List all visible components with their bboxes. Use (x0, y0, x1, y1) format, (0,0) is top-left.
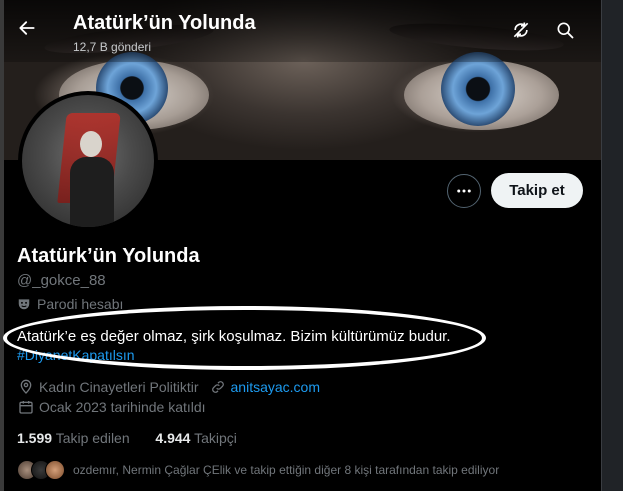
followers-label: Takipçi (194, 430, 237, 446)
location-pin-icon (17, 378, 35, 396)
profile-handle: @_gokce_88 (17, 272, 106, 289)
search-button[interactable] (553, 18, 577, 42)
avatar-figure-head (80, 131, 102, 157)
avatar[interactable] (22, 95, 154, 227)
followers-link[interactable]: 4.944 Takipçi (155, 430, 236, 446)
link-icon (209, 378, 227, 396)
profile-location: Kadın Cinayetleri Politiktir (39, 379, 199, 395)
following-link[interactable]: 1.599 Takip edilen (17, 430, 134, 446)
page-title: Atatürk’ün Yolunda (73, 12, 256, 34)
refresh-button[interactable] (509, 18, 533, 42)
back-button[interactable] (14, 15, 40, 41)
window-edge-right (601, 0, 623, 491)
avatar-frame (18, 91, 158, 231)
profile-joined-row: Ocak 2023 tarihinde katıldı (17, 398, 206, 416)
more-button[interactable] (447, 174, 481, 208)
parody-badge: Parodi hesabı (17, 296, 123, 312)
more-horizontal-icon (457, 189, 471, 193)
followed-by-text: ozdemır, Nermin Çağlar ÇElik ve takip et… (73, 463, 500, 477)
profile-name: Atatürk’ün Yolunda (17, 245, 200, 267)
profile-website-link[interactable]: anitsayac.com (231, 379, 320, 395)
top-bar: Atatürk’ün Yolunda 12,7 B gönderi (4, 0, 601, 60)
refresh-slash-icon (513, 22, 529, 38)
avatar (45, 460, 65, 480)
parody-label: Parodi hesabı (37, 296, 124, 312)
avatar-figure-body (70, 157, 114, 227)
following-label: Takip edilen (55, 430, 130, 446)
arrow-left-icon (19, 21, 35, 35)
calendar-icon (17, 398, 35, 416)
profile-bio: Atatürk’e eş değer olmaz, şirk koşulmaz.… (17, 328, 451, 345)
follow-button[interactable]: Takip et (491, 173, 583, 208)
follow-stats: 1.599 Takip edilen 4.944 Takipçi (17, 430, 237, 446)
theater-mask-icon (18, 299, 30, 310)
search-icon (557, 22, 574, 39)
followed-by-row[interactable]: ozdemır, Nermin Çağlar ÇElik ve takip et… (17, 458, 499, 482)
profile-meta-row: Kadın Cinayetleri Politiktir anitsayac.c… (17, 378, 320, 396)
profile-joined: Ocak 2023 tarihinde katıldı (39, 399, 206, 415)
followers-count: 4.944 (155, 430, 191, 446)
bio-hashtag-link[interactable]: #DiyanetKapatılsın (17, 347, 135, 363)
following-count: 1.599 (17, 430, 53, 446)
banner-iris-right (441, 52, 515, 126)
post-count: 12,7 B gönderi (73, 40, 152, 54)
